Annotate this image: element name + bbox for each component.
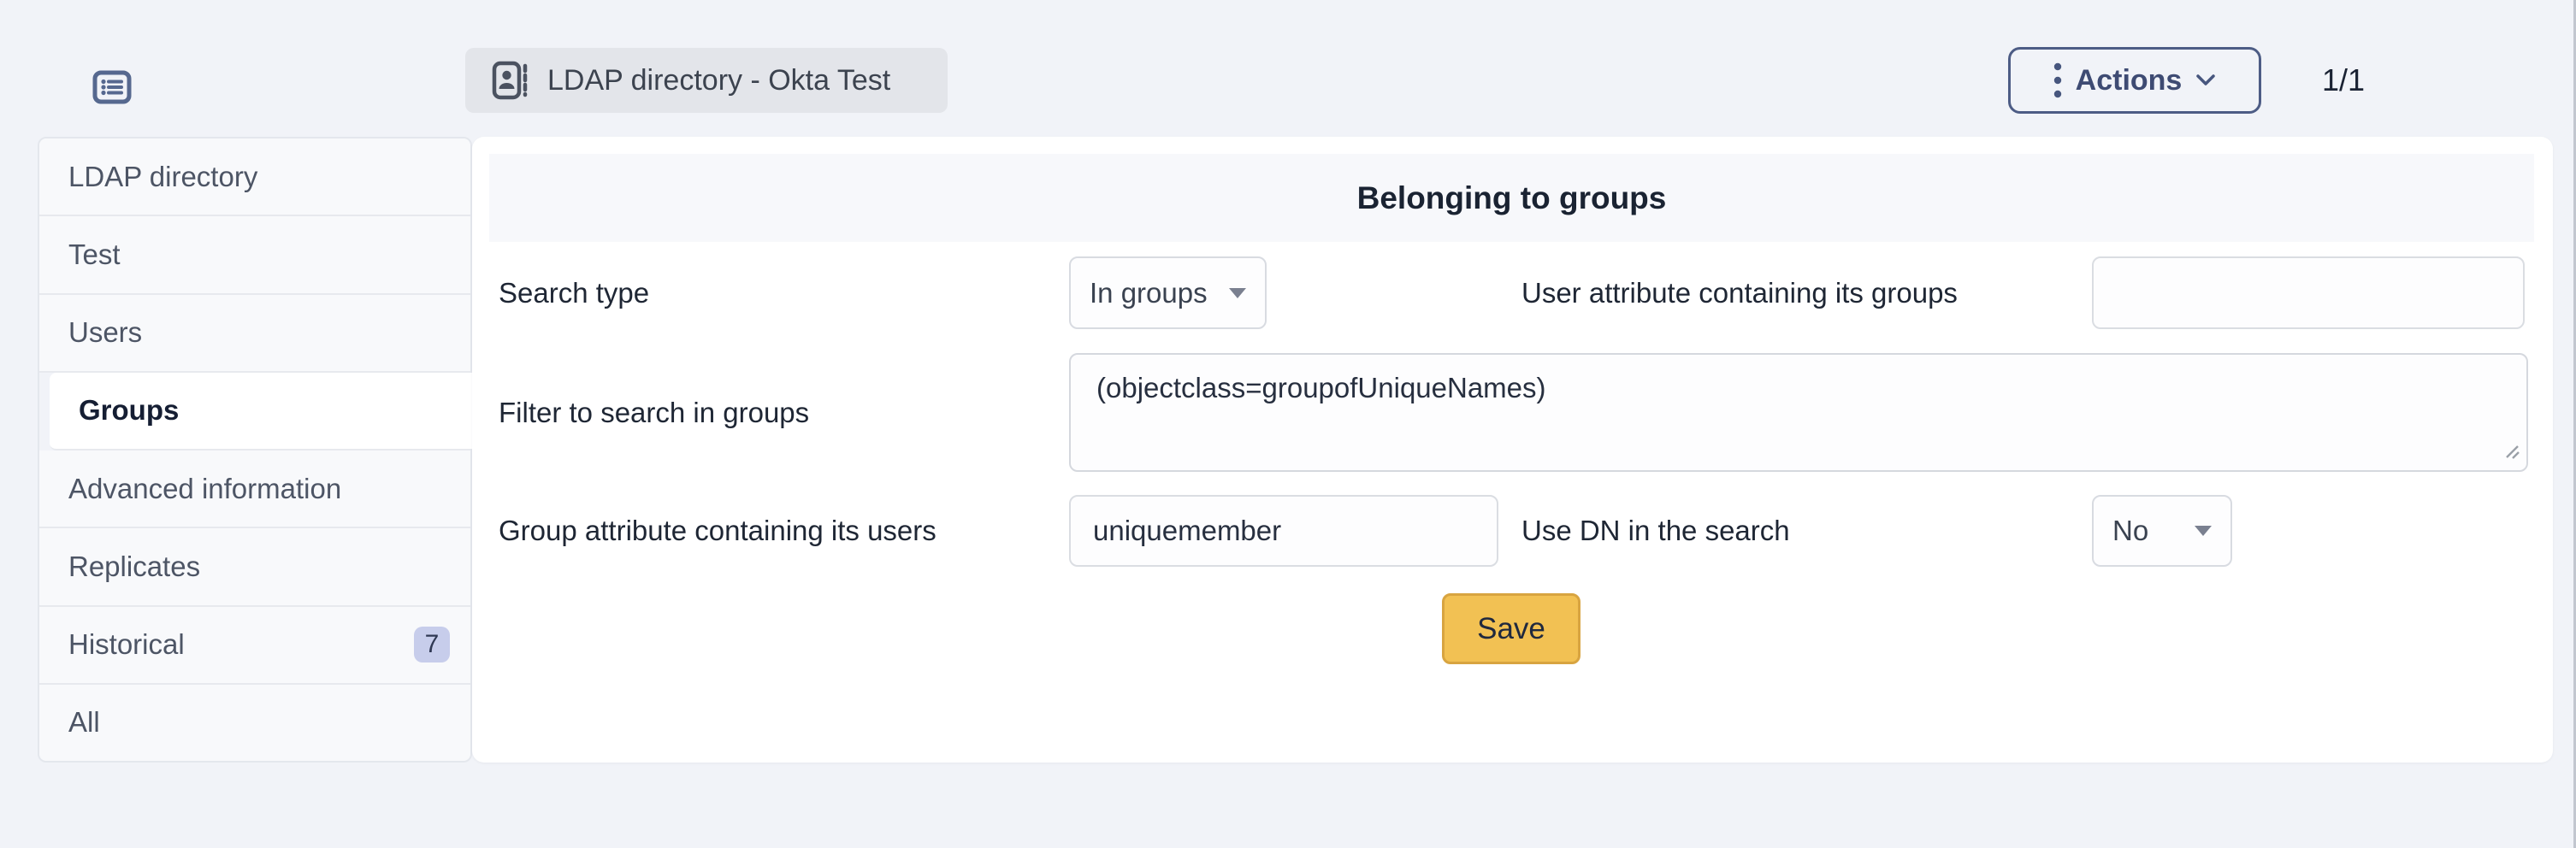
sidebar-item-historical[interactable]: Historical 7 — [39, 607, 470, 685]
section-heading-band: Belonging to groups — [489, 154, 2534, 242]
sidebar-item-advanced-information[interactable]: Advanced information — [39, 450, 470, 528]
user-attribute-label: User attribute containing its groups — [1521, 256, 1958, 329]
search-type-select[interactable]: In groups — [1069, 256, 1267, 329]
search-type-selected-value: In groups — [1090, 277, 1208, 309]
sidebar-item-label: Advanced information — [68, 473, 341, 505]
tab-ldap-directory-okta-test[interactable]: LDAP directory - Okta Test — [465, 48, 948, 113]
sidebar-item-label: LDAP directory — [68, 161, 257, 193]
sidebar-item-all[interactable]: All — [39, 685, 470, 761]
page-count: 1/1 — [2275, 47, 2412, 114]
sidebar-item-groups[interactable]: Groups — [50, 373, 470, 450]
sidebar-item-ldap-directory[interactable]: LDAP directory — [39, 138, 470, 216]
filter-label: Filter to search in groups — [499, 353, 809, 472]
sidebar-item-label: Replicates — [68, 551, 200, 583]
select-caret-icon — [2195, 526, 2212, 536]
sidebar: LDAP directory Test Users Groups Advance… — [38, 137, 472, 763]
filter-textarea[interactable]: (objectclass=groupofUniqueNames) — [1069, 353, 2528, 472]
save-button[interactable]: Save — [1442, 593, 1580, 664]
tab-label: LDAP directory - Okta Test — [547, 64, 890, 97]
group-attribute-label: Group attribute containing its users — [499, 495, 936, 567]
sidebar-item-test[interactable]: Test — [39, 216, 470, 294]
sidebar-item-label: Groups — [79, 394, 179, 427]
kebab-icon — [2053, 61, 2062, 100]
select-caret-icon — [1229, 288, 1246, 298]
use-dn-label: Use DN in the search — [1521, 495, 1790, 567]
search-type-label: Search type — [499, 256, 649, 329]
sidebar-item-label: Test — [68, 238, 121, 271]
sidebar-item-replicates[interactable]: Replicates — [39, 528, 470, 606]
contact-card-icon — [491, 59, 530, 102]
sidebar-item-label: All — [68, 706, 100, 739]
list-nav-icon[interactable] — [92, 70, 132, 109]
use-dn-select[interactable]: No — [2092, 495, 2232, 567]
group-attribute-input[interactable] — [1069, 495, 1498, 567]
historical-count-badge: 7 — [414, 627, 450, 662]
sidebar-item-label: Users — [68, 316, 142, 349]
chevron-down-icon — [2195, 74, 2216, 87]
user-attribute-input[interactable] — [2092, 256, 2525, 329]
sidebar-item-label: Historical — [68, 628, 185, 661]
actions-label: Actions — [2076, 64, 2183, 97]
main-panel: Belonging to groups Search type In group… — [472, 137, 2553, 763]
sidebar-item-users[interactable]: Users — [39, 295, 470, 373]
actions-button[interactable]: Actions — [2008, 47, 2261, 114]
use-dn-selected-value: No — [2112, 515, 2148, 547]
section-heading: Belonging to groups — [1357, 180, 1667, 216]
